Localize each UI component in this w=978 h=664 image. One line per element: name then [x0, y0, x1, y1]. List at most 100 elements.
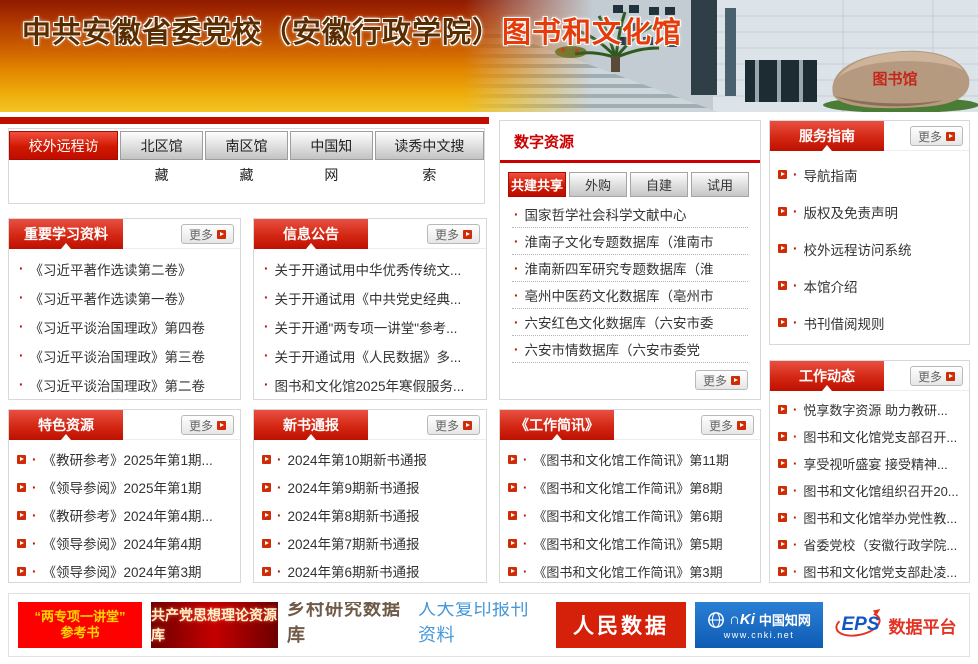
- banner-rural-studies-database[interactable]: 乡村研究数据库 RURAL STUDIES DATABASE: [287, 602, 409, 648]
- list-item[interactable]: ·《习近平谈治国理政》第四卷: [17, 312, 232, 341]
- section-study-materials: 重要学习资料 更多 ·《习近平著作选读第二卷》·《习近平著作选读第一卷》·《习近…: [8, 218, 241, 400]
- list-item[interactable]: ·《图书和文化馆工作简讯》第11期: [508, 445, 752, 473]
- site-title: 中共安徽省委党校（安徽行政学院）图书和文化馆: [22, 9, 682, 51]
- list-item[interactable]: ·《图书和文化馆工作简讯》第5期: [508, 529, 752, 557]
- item-arrow-icon: [508, 539, 517, 548]
- digital-tab-purchased[interactable]: 外购: [569, 172, 627, 197]
- list-item[interactable]: ·图书和文化馆组织召开20...: [778, 477, 961, 504]
- list-item[interactable]: ·享受视听盛宴 接受精神...: [778, 450, 961, 477]
- list-item[interactable]: ·《教研参考》2025年第1期...: [17, 445, 232, 473]
- list-item[interactable]: ·《习近平谈治国理政》第三卷: [17, 341, 232, 370]
- section-title: 数字资源: [514, 134, 574, 151]
- more-button[interactable]: 更多: [181, 415, 234, 435]
- nav-tab-south-collection[interactable]: 南区馆藏: [205, 131, 288, 160]
- item-arrow-icon: [17, 539, 26, 548]
- section-new-books: 新书通报 更多 ·2024年第10期新书通报·2024年第9期新书通报·2024…: [253, 409, 487, 583]
- banner-cpc-theory-resource[interactable]: 共产党思想理论资源库: [151, 602, 278, 648]
- list-item[interactable]: ·《习近平著作选读第一卷》: [17, 283, 232, 312]
- list-item[interactable]: ·图书和文化馆党支部召开...: [778, 423, 961, 450]
- list-item[interactable]: ·2024年第9期新书通报: [262, 473, 478, 501]
- banner-cnki[interactable]: ∩Ki 中国知网 www.cnki.net: [695, 602, 823, 648]
- list-item[interactable]: ·淮南新四军研究专题数据库（淮: [512, 255, 748, 282]
- list-item[interactable]: ·本馆介绍: [778, 267, 961, 304]
- quick-access-panel: 校外远程访问 北区馆藏 南区馆藏 中国知网 读秀中文搜索: [8, 128, 485, 204]
- item-arrow-icon: [17, 511, 26, 520]
- list-item[interactable]: ·淮南子文化专题数据库（淮南市: [512, 228, 748, 255]
- digital-tab-selfbuilt[interactable]: 自建: [630, 172, 688, 197]
- more-button[interactable]: 更多: [701, 415, 754, 435]
- list-item[interactable]: ·《习近平著作选读第二卷》: [17, 254, 232, 283]
- banner-lecture-reference[interactable]: “两专项一讲堂” 参考书: [18, 602, 142, 648]
- list-item[interactable]: ·关于开通"两专项一讲堂"参考...: [262, 312, 478, 341]
- more-button[interactable]: 更多: [695, 370, 748, 390]
- list-item[interactable]: ·图书和文化馆党支部赴凌...: [778, 558, 961, 585]
- nav-tab-remote-access[interactable]: 校外远程访问: [9, 131, 118, 160]
- more-button[interactable]: 更多: [181, 224, 234, 244]
- list-item[interactable]: ·导航指南: [778, 156, 961, 193]
- bullet-dot-icon: ·: [264, 319, 269, 334]
- list-item[interactable]: ·关于开通试用《中共党史经典...: [262, 283, 478, 312]
- section-header: 《工作简讯》 更多: [500, 410, 760, 440]
- bullet-dot-icon: ·: [514, 315, 519, 330]
- list-item[interactable]: ·《领导参阅》2024年第4期: [17, 529, 232, 557]
- banner-eps-data-platform[interactable]: EPS 数据平台: [832, 602, 959, 648]
- list-item[interactable]: ·校外远程访问系统: [778, 230, 961, 267]
- site-title-sub: 图书和文化馆: [502, 17, 682, 49]
- list-item[interactable]: ·《习近平谈治国理政》第二卷: [17, 370, 232, 399]
- list-item[interactable]: ·《图书和文化馆工作简讯》第6期: [508, 501, 752, 529]
- list-item[interactable]: ·2024年第6期新书通报: [262, 557, 478, 585]
- section-header: 服务指南 更多: [770, 121, 969, 151]
- nav-tab-north-collection[interactable]: 北区馆藏: [120, 131, 203, 160]
- bullet-dot-icon: ·: [514, 261, 519, 276]
- section-header: 特色资源 更多: [9, 410, 240, 440]
- list-item[interactable]: ·《教研参考》2024年第4期...: [17, 501, 232, 529]
- list-item[interactable]: ·六安市情数据库（六安市委党: [512, 336, 748, 363]
- banner-people-data[interactable]: 人民数据: [556, 602, 686, 648]
- list-item[interactable]: ·六安红色文化数据库（六安市委: [512, 309, 748, 336]
- bullet-dot-icon: ·: [277, 480, 282, 495]
- more-button[interactable]: 更多: [910, 366, 963, 386]
- list-item[interactable]: ·关于开通试用中华优秀传统文...: [262, 254, 478, 283]
- list-item[interactable]: ·《领导参阅》2024年第3期: [17, 557, 232, 585]
- bullet-dot-icon: ·: [793, 429, 797, 444]
- list-item[interactable]: ·图书和文化馆2025年寒假服务...: [262, 370, 478, 399]
- item-arrow-icon: [778, 405, 787, 414]
- eps-logo: EPS: [835, 610, 883, 640]
- list-item[interactable]: ·《图书和文化馆工作简讯》第8期: [508, 473, 752, 501]
- list-item[interactable]: ·图书和文化馆举办党性教...: [778, 504, 961, 531]
- bullet-dot-icon: ·: [793, 537, 797, 552]
- section-work-news: 工作动态 更多 ·悦享数字资源 助力教研...·图书和文化馆党支部召开...·享…: [769, 360, 970, 583]
- banner-renda-reprint-materials[interactable]: 人大复印报刊资料 China Social Science Excellence: [418, 602, 547, 648]
- nav-tab-duxiu-search[interactable]: 读秀中文搜索: [375, 131, 484, 160]
- digital-tab-trial[interactable]: 试用: [691, 172, 749, 197]
- list-item[interactable]: ·版权及免责声明: [778, 193, 961, 230]
- more-button[interactable]: 更多: [910, 126, 963, 146]
- list-item[interactable]: ·《领导参阅》2025年第1期: [17, 473, 232, 501]
- section-announcements: 信息公告 更多 ·关于开通试用中华优秀传统文...·关于开通试用《中共党史经典.…: [253, 218, 487, 400]
- digital-tab-shared[interactable]: 共建共享: [508, 172, 566, 197]
- item-arrow-icon: [778, 513, 787, 522]
- list-item[interactable]: ·国家哲学社会科学文献中心: [512, 201, 748, 228]
- item-arrow-icon: [262, 511, 271, 520]
- bullet-dot-icon: ·: [32, 564, 37, 579]
- bullet-dot-icon: ·: [19, 348, 24, 363]
- item-arrow-icon: [778, 170, 787, 179]
- more-button[interactable]: 更多: [427, 415, 480, 435]
- bullet-dot-icon: ·: [264, 261, 269, 276]
- list-item[interactable]: ·书刊借阅规则: [778, 304, 961, 341]
- bullet-dot-icon: ·: [793, 204, 798, 219]
- nav-tab-cnki[interactable]: 中国知网: [290, 131, 373, 160]
- list-item[interactable]: ·关于开通试用《人民数据》多...: [262, 341, 478, 370]
- item-arrow-icon: [17, 455, 26, 464]
- list-item[interactable]: ·2024年第7期新书通报: [262, 529, 478, 557]
- list-item[interactable]: ·2024年第10期新书通报: [262, 445, 478, 473]
- list-item[interactable]: ·亳州中医药文化数据库（亳州市: [512, 282, 748, 309]
- list-item[interactable]: ·《图书和文化馆工作简讯》第3期: [508, 557, 752, 585]
- red-divider-bar: [0, 117, 489, 124]
- more-button[interactable]: 更多: [427, 224, 480, 244]
- list-item[interactable]: ·省委党校（安徽行政学院...: [778, 531, 961, 558]
- list-item[interactable]: ·2024年第8期新书通报: [262, 501, 478, 529]
- list-item[interactable]: ·悦享数字资源 助力教研...: [778, 396, 961, 423]
- item-arrow-icon: [778, 281, 787, 290]
- bullet-dot-icon: ·: [32, 536, 37, 551]
